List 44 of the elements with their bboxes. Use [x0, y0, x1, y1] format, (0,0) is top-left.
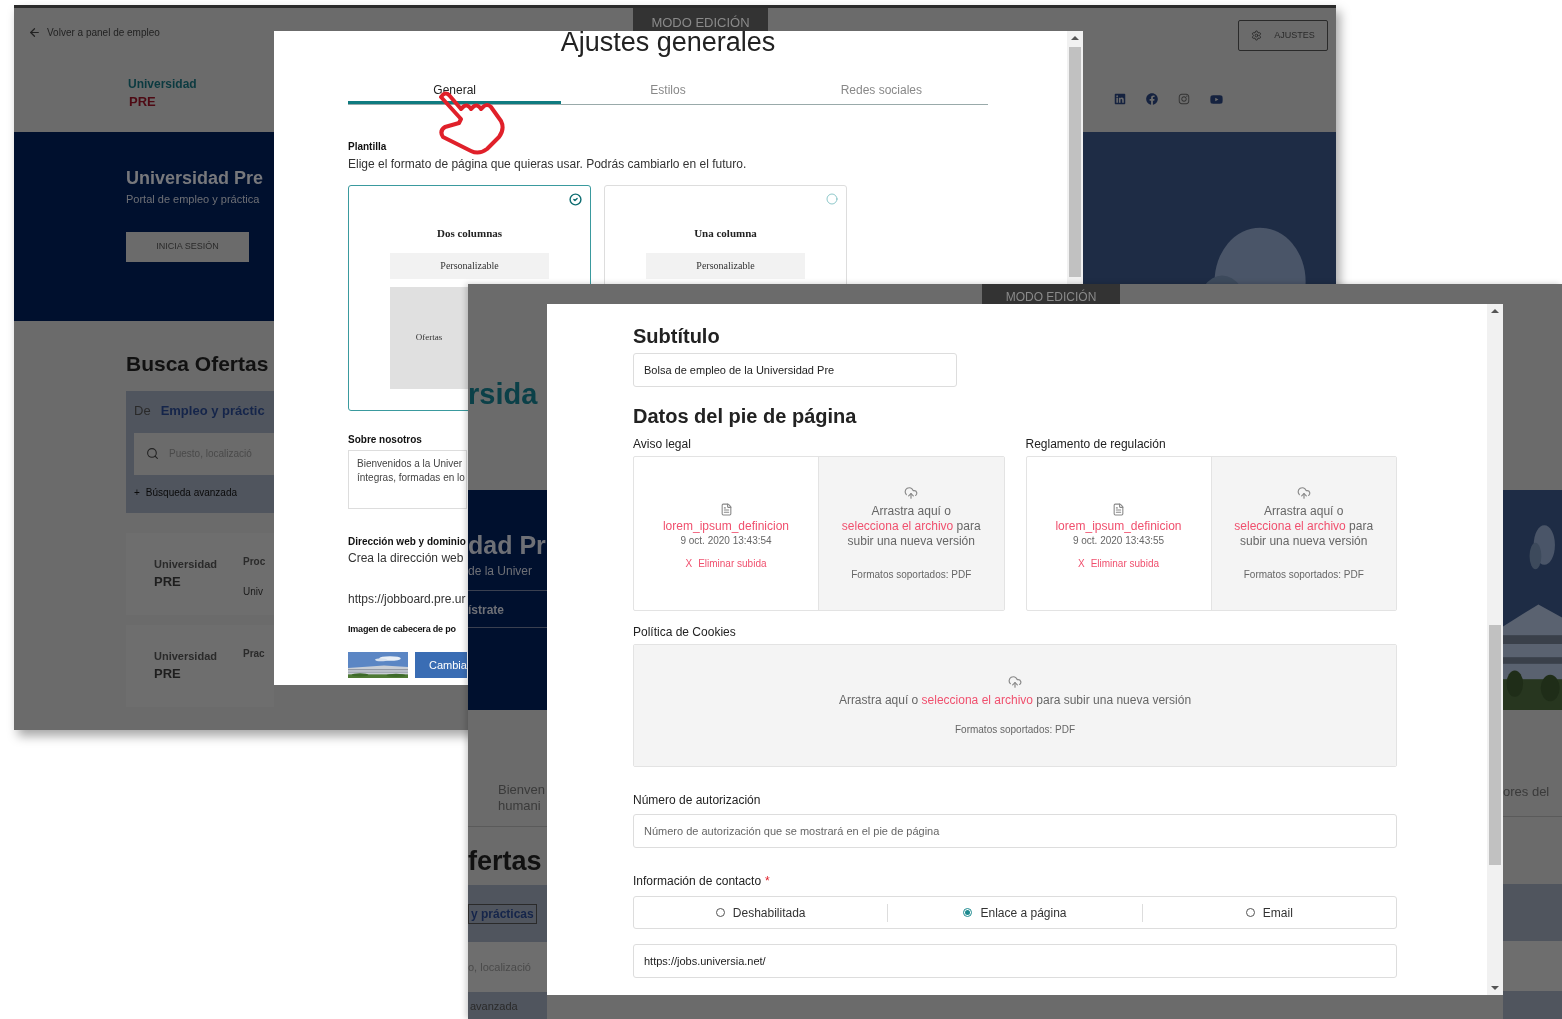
field-label: Aviso legal: [633, 436, 692, 453]
upload-date: 9 oct. 2020 13:43:55: [1072, 534, 1165, 547]
field-description: Crea la dirección web: [348, 551, 464, 565]
section-heading: fertas: [468, 845, 543, 877]
supported-formats: Formatos soportados: PDF: [851, 567, 972, 582]
field-label: Reglamento de regulación: [1025, 436, 1167, 453]
company-logo-text: Universidad: [154, 557, 217, 572]
company-logo-text: Universidad: [154, 649, 217, 664]
drop-instructions: Arrastra aquí o selecciona el archivo para subir una nueva versión: [1233, 503, 1375, 549]
section-heading: Busca Ofertas: [126, 351, 270, 377]
template-title: Dos columnas: [435, 226, 504, 241]
hero-title: dad Pr: [468, 530, 547, 560]
logo-text: PRE: [129, 93, 157, 111]
field-label: Política de Cookies: [633, 624, 737, 641]
offer-title: Prac: [242, 647, 265, 661]
field-label: Plantilla: [348, 141, 387, 153]
layout-preview: Ofertas: [390, 286, 468, 389]
field-label: Información de contacto: [633, 873, 762, 890]
section-heading: Datos del pie de página: [633, 404, 858, 428]
template-tag: Personalizable: [646, 252, 805, 279]
drop-instructions: Arrastra aquí o selecciona el archivo para subir una nueva versión: [840, 503, 982, 549]
company-logo-text: PRE: [154, 573, 182, 591]
company-logo-text: PRE: [154, 665, 182, 683]
field-label: Dirección web y dominio: [348, 536, 466, 548]
field-label: Imagen de cabecera de po: [348, 623, 456, 635]
section-heading: Subtítulo: [633, 324, 721, 348]
logo-text: rsida: [468, 377, 539, 412]
required-mark: *: [765, 873, 770, 890]
field-description: Elige el formato de página que quieras usar. Podrás cambiarlo en el futuro.: [348, 157, 747, 171]
logo-text: Universidad: [128, 76, 198, 93]
back-link-label: Volver a panel de empleo: [47, 26, 160, 40]
template-tag: Personalizable: [390, 252, 549, 279]
hero-subtitle: Portal de empleo y práctica: [126, 192, 261, 207]
field-label: Número de autorización: [633, 792, 762, 809]
template-title: Una columna: [693, 226, 758, 241]
offer-title: Proc: [242, 555, 266, 569]
hero-title: Universidad Pre: [126, 167, 265, 189]
offer-company: Univ: [242, 585, 264, 599]
supported-formats: Formatos soportados: PDF: [954, 722, 1075, 737]
drop-instructions: Arrastra aquí o selecciona el archivo para subir una nueva versión: [838, 692, 1192, 708]
supported-formats: Formatos soportados: PDF: [1243, 567, 1364, 582]
upload-date: 9 oct. 2020 13:43:54: [680, 534, 772, 547]
field-label: Sobre nosotros: [348, 434, 422, 446]
url-text: https://jobboard.pre.ur: [348, 592, 466, 606]
